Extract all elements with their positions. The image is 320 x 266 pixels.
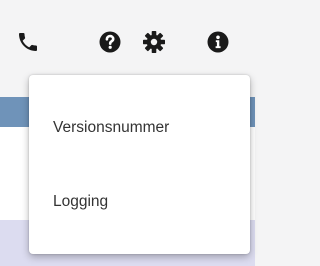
phone-icon: [19, 33, 37, 51]
phone-button[interactable]: [15, 29, 41, 55]
gear-icon: [143, 31, 165, 53]
info-button[interactable]: [205, 29, 231, 55]
info-circle-icon: [207, 31, 229, 53]
menu-item-logging[interactable]: Logging: [29, 176, 250, 228]
help-circle-icon: [99, 31, 121, 53]
menu-item-version-number[interactable]: Versionsnummer: [29, 102, 250, 154]
help-button[interactable]: [97, 29, 123, 55]
settings-button[interactable]: [141, 29, 167, 55]
info-dropdown-menu: Versionsnummer Logging: [29, 75, 250, 254]
